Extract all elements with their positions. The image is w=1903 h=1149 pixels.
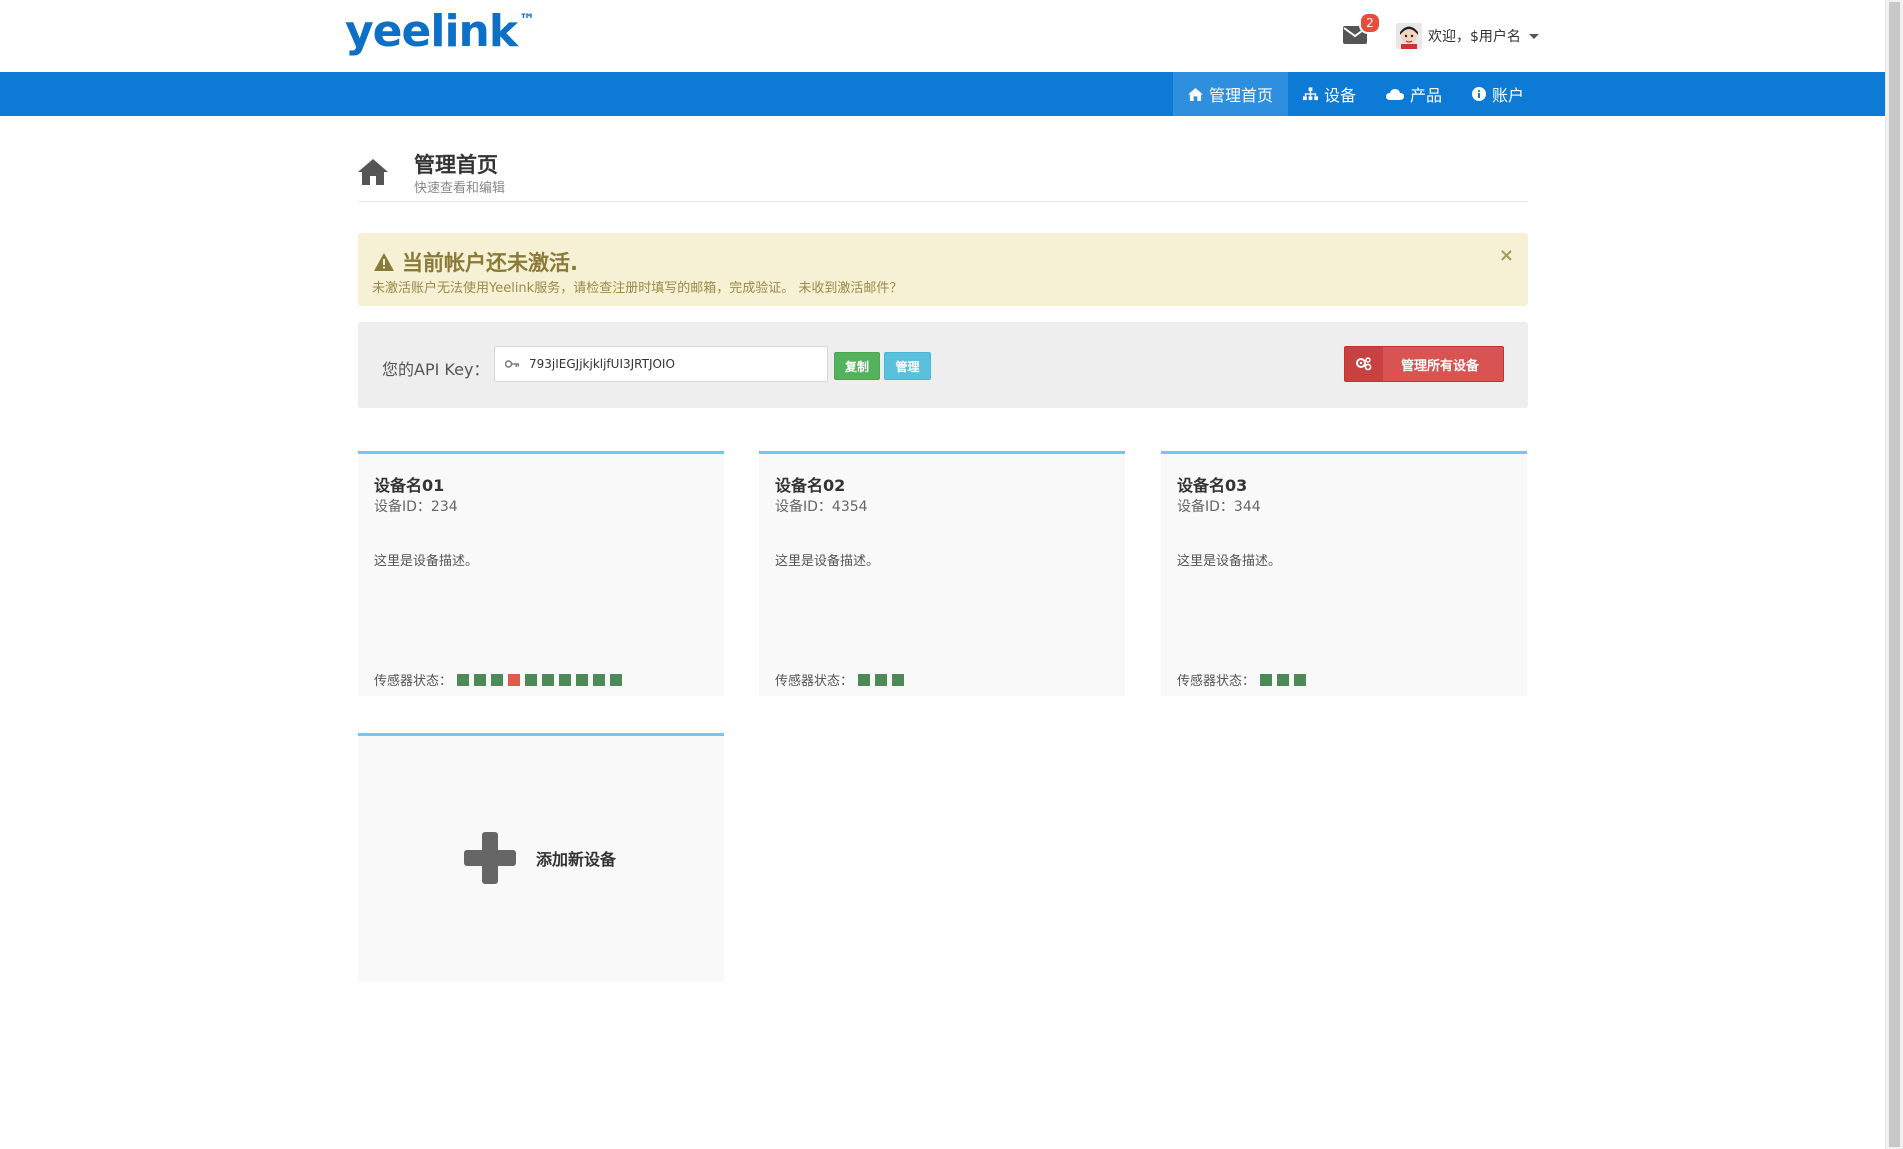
sensor-square-ok (892, 673, 905, 686)
brand-logo[interactable]: yeelink ™ (345, 6, 535, 57)
page-subtitle: 快速查看和编辑 (414, 181, 506, 196)
api-key-value: 793jIEGJjkjkljfUI3JRTJOIO (529, 357, 675, 371)
device-name[interactable]: 设备名03 (1177, 472, 1247, 496)
key-icon (505, 360, 519, 368)
sensor-square-ok (858, 673, 871, 686)
home-icon (358, 159, 388, 185)
device-name[interactable]: 设备名01 (374, 472, 444, 496)
sensor-status-label: 传感器状态： (775, 674, 854, 689)
copy-button[interactable]: 复制 (834, 352, 880, 380)
page-header: 管理首页 快速查看和编辑 (358, 143, 1528, 202)
device-name[interactable]: 设备名02 (775, 472, 845, 496)
sensor-square-ok (525, 673, 538, 686)
add-device-label: 添加新设备 (536, 850, 617, 869)
nav-list: 管理首页 设备 产品 账户 (1173, 72, 1539, 116)
sensor-status-label: 传感器状态： (1177, 674, 1256, 689)
welcome-text: 欢迎，$用户名 (1428, 29, 1521, 45)
nav-item-devices[interactable]: 设备 (1288, 72, 1371, 116)
nav-item-label: 账户 (1492, 86, 1525, 105)
api-key-label: 您的API Key： (382, 360, 490, 379)
sensor-status-squares (1255, 673, 1307, 686)
device-description: 这里是设备描述。 (1177, 554, 1282, 569)
sensor-status-squares (853, 673, 905, 686)
nav-item-home[interactable]: 管理首页 (1173, 72, 1289, 116)
manage-key-button[interactable]: 管理 (884, 352, 931, 380)
sensor-square-ok (593, 673, 606, 686)
close-icon[interactable]: × (1499, 245, 1514, 266)
alert-title-text: 当前帐户还未激活. (402, 251, 578, 275)
api-key-input[interactable]: 793jIEGJjkjkljfUI3JRTJOIO (494, 346, 828, 382)
page-title: 管理首页 (414, 153, 498, 177)
sensor-status: 传感器状态： (1177, 670, 1307, 689)
sensor-square-ok (1260, 673, 1273, 686)
nav-item-label: 产品 (1410, 86, 1443, 105)
sensor-status: 传感器状态： (374, 670, 623, 689)
sensor-square-ok (875, 673, 888, 686)
alert-message: 未激活账户无法使用Yeelink服务，请检查注册时填写的邮箱，完成验证。 未收到… (372, 281, 903, 296)
device-card[interactable]: 设备名01 设备ID：234 这里是设备描述。 传感器状态： (358, 451, 724, 696)
warning-icon (374, 253, 394, 271)
device-description: 这里是设备描述。 (775, 554, 880, 569)
mail-count-badge: 2 (1359, 12, 1381, 34)
sensor-square-ok (491, 673, 504, 686)
top-header: yeelink ™ 2 欢迎，$用户名 (0, 0, 1886, 72)
device-id: 设备ID：234 (374, 499, 458, 515)
add-device-card[interactable]: 添加新设备 (358, 733, 724, 982)
brand-logo-text: yeelink (345, 6, 518, 57)
sensor-square-ok (474, 673, 487, 686)
cloud-icon (1386, 89, 1405, 100)
sensor-status: 传感器状态： (775, 670, 905, 689)
sensor-square-ok (542, 673, 555, 686)
sensor-square-bad (508, 673, 521, 686)
sensor-square-ok (559, 673, 572, 686)
nav-item-label: 设备 (1324, 86, 1357, 105)
main-navbar: 管理首页 设备 产品 账户 (0, 72, 1886, 116)
alert-title: 当前帐户还未激活. (374, 247, 578, 277)
sensor-square-ok (576, 673, 589, 686)
gears-icon (1345, 347, 1383, 381)
sensor-status-label: 传感器状态： (374, 674, 453, 689)
nav-item-account[interactable]: 账户 (1457, 72, 1539, 116)
nav-item-products[interactable]: 产品 (1371, 72, 1457, 116)
home-icon (1188, 87, 1203, 101)
device-id: 设备ID：4354 (775, 499, 868, 515)
sensor-status-squares (452, 673, 623, 686)
sitemap-icon (1303, 87, 1319, 101)
device-description: 这里是设备描述。 (374, 554, 479, 569)
avatar (1396, 23, 1422, 49)
device-card[interactable]: 设备名02 设备ID：4354 这里是设备描述。 传感器状态： (759, 451, 1125, 696)
sensor-square-ok (1277, 673, 1290, 686)
scrollbar-thumb[interactable] (1889, 2, 1900, 1147)
trademark-symbol: ™ (519, 10, 535, 29)
activation-alert: 当前帐户还未激活. 未激活账户无法使用Yeelink服务，请检查注册时填写的邮箱… (358, 233, 1528, 306)
sensor-square-ok (457, 673, 470, 686)
device-id: 设备ID：344 (1177, 499, 1261, 515)
api-key-bar: 您的API Key： 793jIEGJjkjkljfUI3JRTJOIO 复制 … (358, 322, 1528, 408)
manage-all-label: 管理所有设备 (1400, 358, 1479, 374)
plus-icon (464, 832, 516, 884)
nav-item-label: 管理首页 (1209, 86, 1274, 105)
sensor-square-ok (1294, 673, 1307, 686)
chevron-down-icon (1528, 33, 1539, 39)
info-icon (1472, 87, 1487, 101)
user-menu[interactable]: 欢迎，$用户名 (1396, 22, 1539, 50)
add-device-button[interactable]: 添加新设备 (464, 832, 616, 884)
device-card[interactable]: 设备名03 设备ID：344 这里是设备描述。 传感器状态： (1161, 451, 1527, 696)
page-scrollbar[interactable] (1885, 0, 1903, 1149)
manage-all-devices-button[interactable]: 管理所有设备 (1344, 346, 1504, 382)
sensor-square-ok (610, 673, 623, 686)
